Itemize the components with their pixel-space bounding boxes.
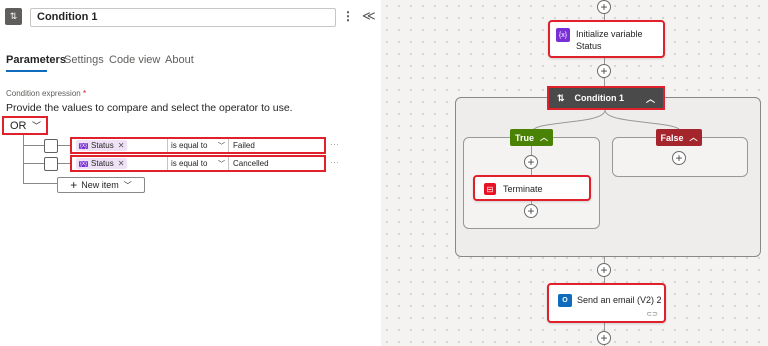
outlook-icon: O [558,294,572,307]
chevron-down-icon: ﹀ [123,180,132,190]
false-label: False [660,132,684,143]
tab-parameters[interactable]: Parameters [6,54,66,66]
action-title-input[interactable]: Condition 1 [30,8,336,27]
operator-value: is equal to [171,159,208,168]
chevron-up-icon: ︿ [689,133,698,142]
condition-icon: ⇅ [557,92,565,103]
tree-line-branch [57,145,70,146]
add-action-plus-icon[interactable]: + [597,64,611,78]
remove-token-icon[interactable]: ✕ [118,159,125,168]
plus-icon: + [70,178,78,192]
condition-expression-label: Condition expression * [6,89,86,98]
terminate-card[interactable]: ⊟ Terminate [473,175,591,201]
chevron-down-icon: ﹀ [31,121,41,131]
condition-expression-text: Condition expression [6,89,81,98]
new-item-button[interactable]: + New item ﹀ [57,177,145,193]
branch-connectors [531,110,682,133]
tab-settings[interactable]: Settings [64,54,104,66]
send-email-card[interactable]: O Send an email (V2) 2 ⊂⊃ [547,283,666,323]
init-var-title-line2: Status [576,41,602,51]
tab-about[interactable]: About [165,54,194,66]
variable-icon: {x} [79,142,89,149]
variable-icon: {x} [556,28,570,42]
active-tab-indicator [6,70,47,72]
tree-line-branch [23,163,44,164]
row-more-icon[interactable]: ··· [330,139,339,149]
right-operand-field[interactable]: Failed [229,141,255,150]
operator-value: is equal to [171,141,208,150]
new-item-label: New item [81,180,119,190]
condition-row: {x} Status ✕ is equal to ﹀ Cancelled [70,155,326,172]
tree-line-branch [57,163,70,164]
left-operand-field[interactable]: {x} Status ✕ [72,139,168,152]
add-action-plus-icon[interactable]: + [597,263,611,277]
true-label: True [514,132,534,143]
add-action-plus-icon[interactable]: + [597,331,611,345]
terminate-title: Terminate [503,184,543,194]
token-label: Status [91,159,114,168]
token-label: Status [91,141,114,150]
send-email-title: Send an email (V2) 2 [577,295,662,305]
row-checkbox[interactable] [44,157,58,171]
tab-code-view[interactable]: Code view [109,54,160,66]
tree-line-branch [23,183,57,184]
chevron-up-icon: ︿ [540,133,548,142]
status-token[interactable]: {x} Status ✕ [76,140,128,151]
init-var-title-line1: Initialize variable [576,29,643,39]
row-more-icon[interactable]: ··· [330,157,339,167]
add-action-plus-icon[interactable]: + [672,151,686,165]
remove-token-icon[interactable]: ✕ [118,141,125,150]
init-var-title: Initialize variable Status [576,28,643,52]
false-branch-pill[interactable]: False ︿ [656,129,702,146]
condition-description: Provide the values to compare and select… [6,102,293,114]
tree-line-vertical [23,135,24,184]
tree-line-branch [23,145,44,146]
condition-row: {x} Status ✕ is equal to ﹀ Failed [70,137,326,154]
condition-card[interactable]: ⇅ Condition 1 ︿ [547,86,665,110]
collapse-panel-icon[interactable]: ≪ [362,8,376,24]
left-operand-field[interactable]: {x} Status ✕ [72,157,168,170]
terminate-icon: ⊟ [484,183,496,195]
add-action-plus-icon[interactable]: + [524,155,538,169]
operator-select[interactable]: is equal to ﹀ [168,157,229,170]
operator-select[interactable]: is equal to ﹀ [168,139,229,152]
true-branch-pill[interactable]: True ︿ [510,129,553,146]
add-action-plus-icon[interactable]: + [597,0,611,14]
group-operator-value: OR [10,119,27,132]
chevron-up-icon: ︿ [645,93,655,104]
status-token[interactable]: {x} Status ✕ [76,158,128,169]
chevron-down-icon: ﹀ [218,160,225,168]
add-action-plus-icon[interactable]: + [524,204,538,218]
variable-icon: {x} [79,160,89,167]
required-mark: * [82,89,87,98]
condition-icon: ⇅ [5,8,22,25]
chevron-down-icon: ﹀ [218,142,225,150]
condition-card-title: Condition 1 [574,93,625,103]
row-checkbox[interactable] [44,139,58,153]
more-options-icon[interactable]: ⋮ [342,9,354,23]
initialize-variable-card[interactable]: {x} Initialize variable Status [548,20,665,58]
link-icon: ⊂⊃ [646,311,658,318]
properties-panel: ⇅ Condition 1 ⋮ ≪ Parameters Settings Co… [0,0,381,346]
right-operand-field[interactable]: Cancelled [229,159,269,168]
group-operator-select[interactable]: OR ﹀ [2,116,48,135]
